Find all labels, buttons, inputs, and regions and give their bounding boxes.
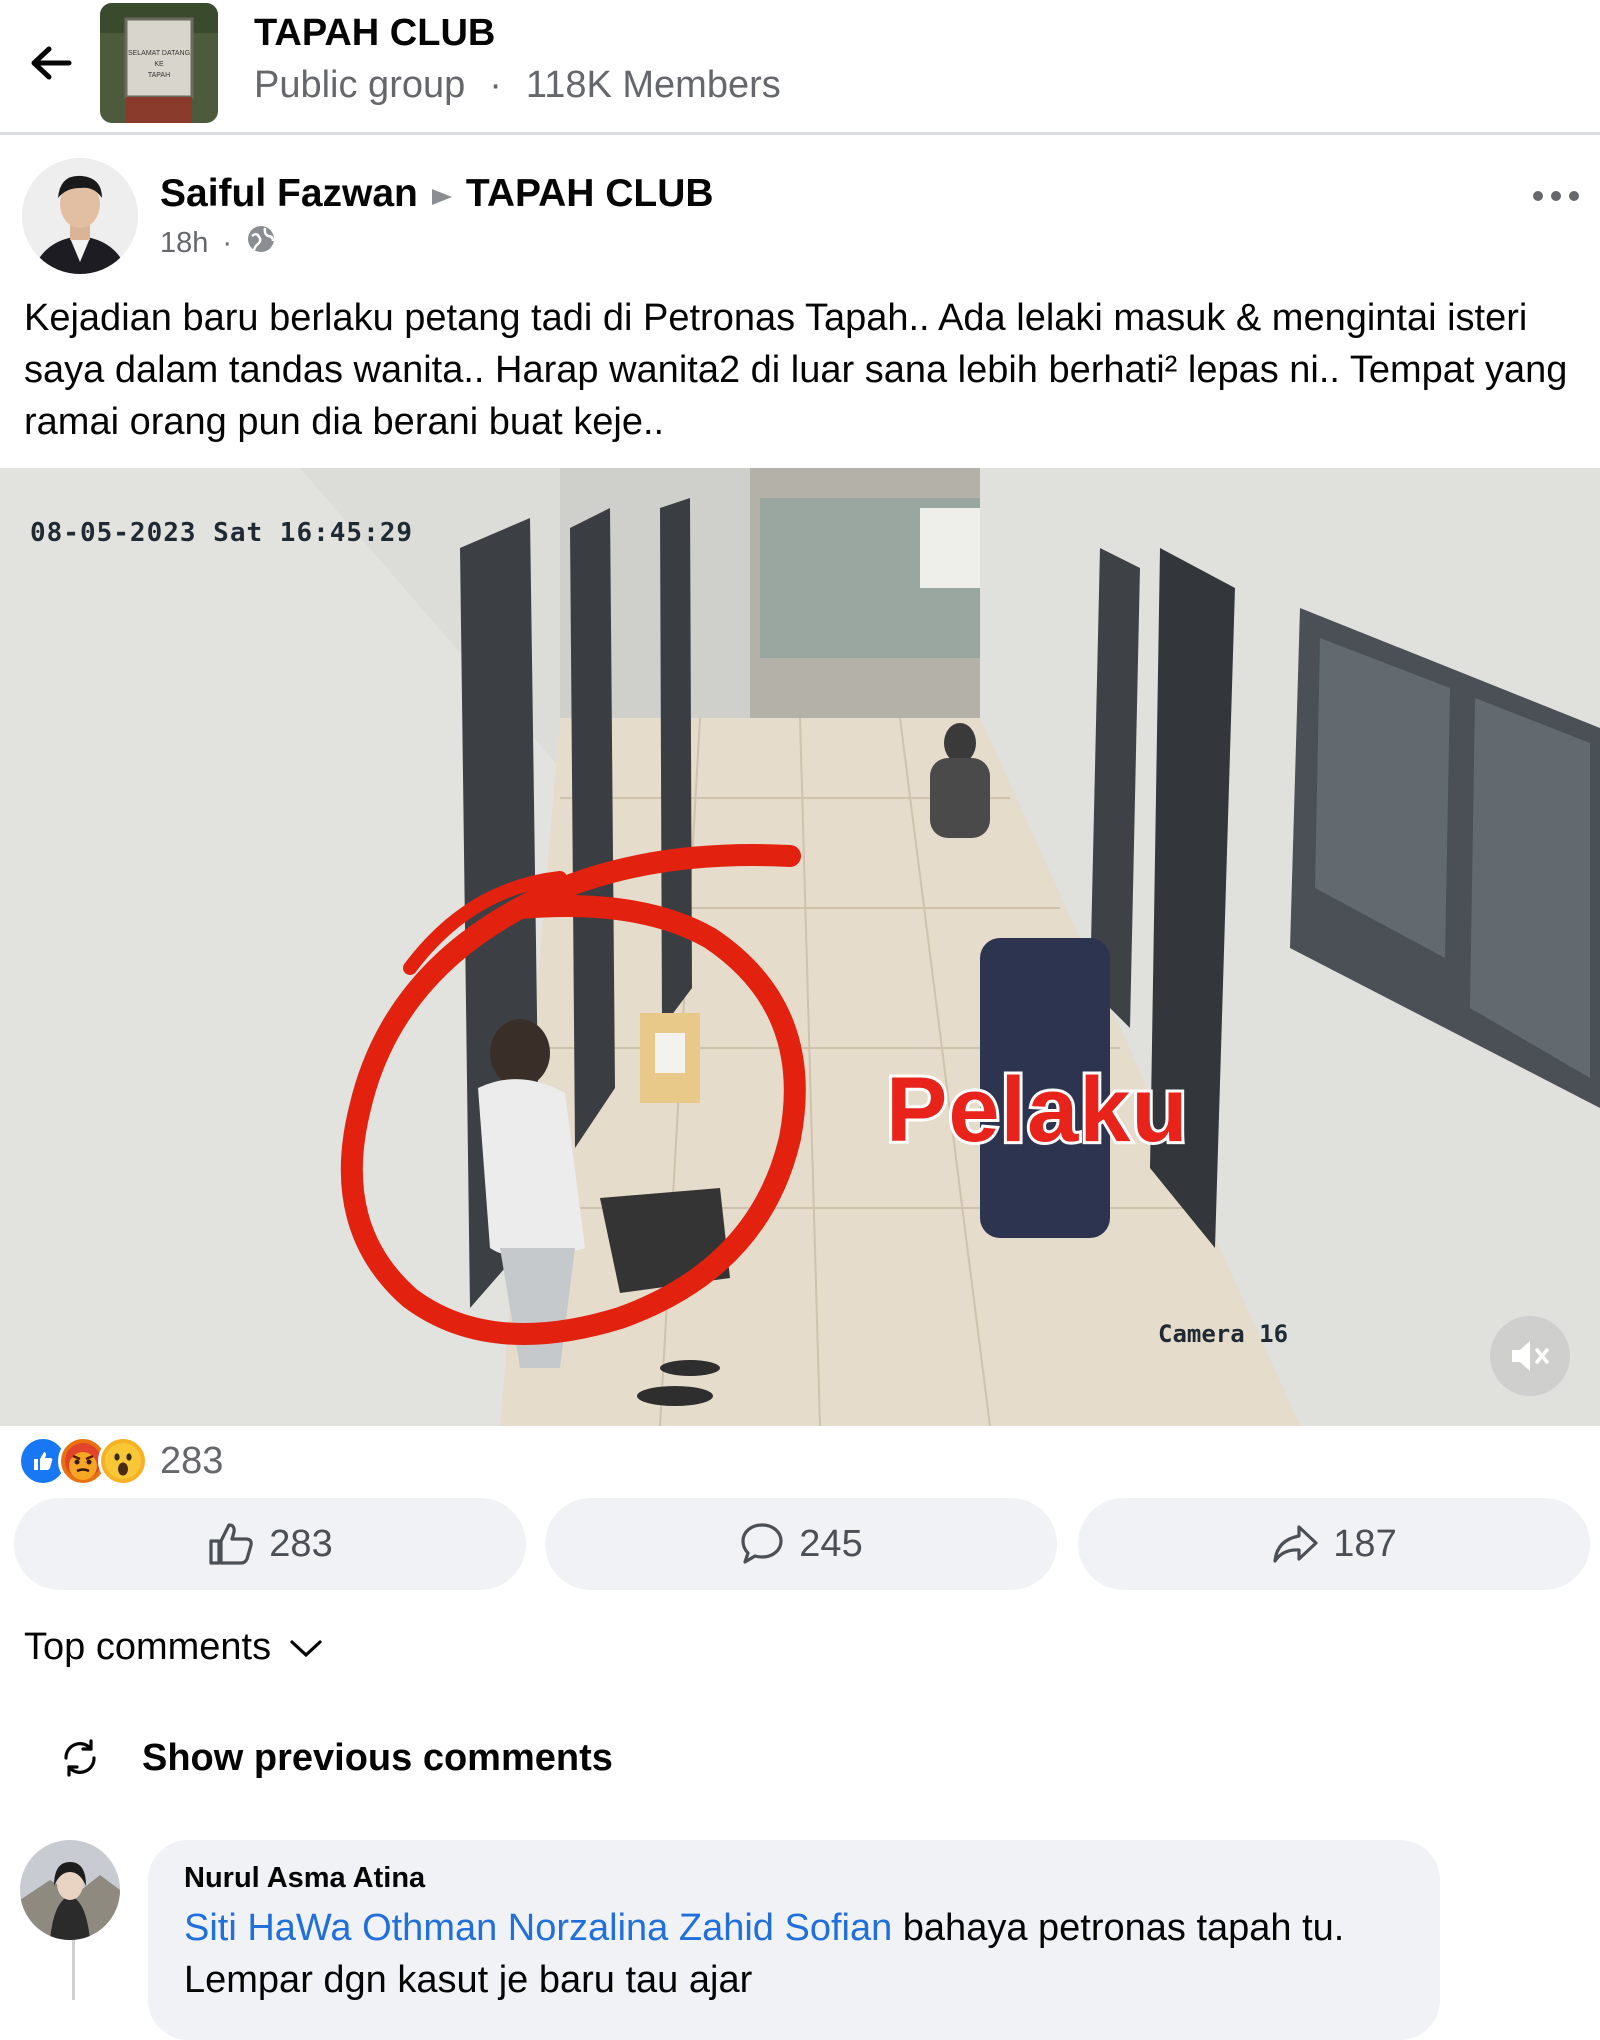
triangle-right-icon xyxy=(430,174,454,218)
post-video[interactable] xyxy=(0,468,1600,1426)
author-avatar[interactable] xyxy=(22,158,138,274)
comment-author-name[interactable]: Nurul Asma Atina xyxy=(184,1862,425,1895)
mute-toggle-button[interactable] xyxy=(1490,1316,1570,1396)
cctv-frame xyxy=(0,468,1600,1426)
share-count: 187 xyxy=(1333,1522,1397,1565)
meta-separator: · xyxy=(489,64,502,106)
comment-button[interactable]: 245 xyxy=(545,1498,1057,1590)
post-options-button[interactable] xyxy=(1524,174,1588,218)
more-dots-icon xyxy=(1533,191,1579,201)
post-meta-separator: · xyxy=(222,226,233,259)
share-arrow-icon xyxy=(1273,1525,1318,1563)
show-previous-comments-button[interactable]: Show previous comments xyxy=(58,1736,613,1780)
chevron-down-icon xyxy=(290,1639,322,1657)
post-author-line: Saiful Fazwan TAPAH CLUB xyxy=(160,172,714,218)
post-time[interactable]: 18h xyxy=(160,227,208,260)
group-name[interactable]: TAPAH CLUB xyxy=(254,12,495,55)
like-count: 283 xyxy=(269,1522,333,1565)
group-visibility: Public group xyxy=(254,64,466,106)
reaction-count[interactable]: 283 xyxy=(160,1440,223,1483)
cctv-timestamp: 08-05-2023 Sat 16:45:29 xyxy=(30,518,414,548)
video-overlay-caption: Pelaku xyxy=(883,1056,1191,1164)
member-count[interactable]: 118K Members xyxy=(526,64,781,106)
cctv-camera-label: Camera 16 xyxy=(1158,1320,1289,1348)
group-cover-thumbnail[interactable]: SELAMAT DATANG KE TAPAH xyxy=(100,3,218,123)
comment-bubble-icon xyxy=(741,1523,783,1564)
post-group-name[interactable]: TAPAH CLUB xyxy=(466,172,714,215)
like-button[interactable]: 283 xyxy=(14,1498,526,1590)
thumb-sign-text-3: TAPAH xyxy=(148,72,170,79)
comment-thread-line xyxy=(72,1940,75,2000)
thumbs-up-icon xyxy=(209,1523,254,1565)
comment-text: Siti HaWa Othman Norzalina Zahid Sofian … xyxy=(184,1902,1404,2006)
comment-mentions[interactable]: Siti HaWa Othman Norzalina Zahid Sofian xyxy=(184,1907,892,1949)
group-meta: Public group · 118K Members xyxy=(254,64,781,107)
commenter-avatar[interactable] xyxy=(20,1840,120,1940)
thumb-sign-text-1: SELAMAT DATANG xyxy=(128,50,190,57)
post-author-name[interactable]: Saiful Fazwan xyxy=(160,172,418,215)
show-previous-label: Show previous comments xyxy=(142,1736,613,1779)
back-button[interactable] xyxy=(22,34,80,92)
muted-speaker-icon xyxy=(1512,1341,1549,1371)
comment-sort-dropdown[interactable]: Top comments xyxy=(24,1626,323,1669)
reaction-summary[interactable]: 283 xyxy=(18,1436,223,1486)
comment-count: 245 xyxy=(799,1522,863,1565)
refresh-icon xyxy=(64,1739,96,1777)
thumb-sign-text-2: KE xyxy=(154,61,164,68)
comment-sort-label: Top comments xyxy=(24,1626,272,1668)
wow-reaction-icon xyxy=(98,1436,148,1486)
post-meta: 18h · xyxy=(160,224,276,262)
back-arrow-icon xyxy=(31,46,72,80)
globe-icon xyxy=(246,224,276,262)
share-button[interactable]: 187 xyxy=(1078,1498,1590,1590)
group-header xyxy=(0,0,1600,135)
post-body-text: Kejadian baru berlaku petang tadi di Pet… xyxy=(24,297,1568,443)
